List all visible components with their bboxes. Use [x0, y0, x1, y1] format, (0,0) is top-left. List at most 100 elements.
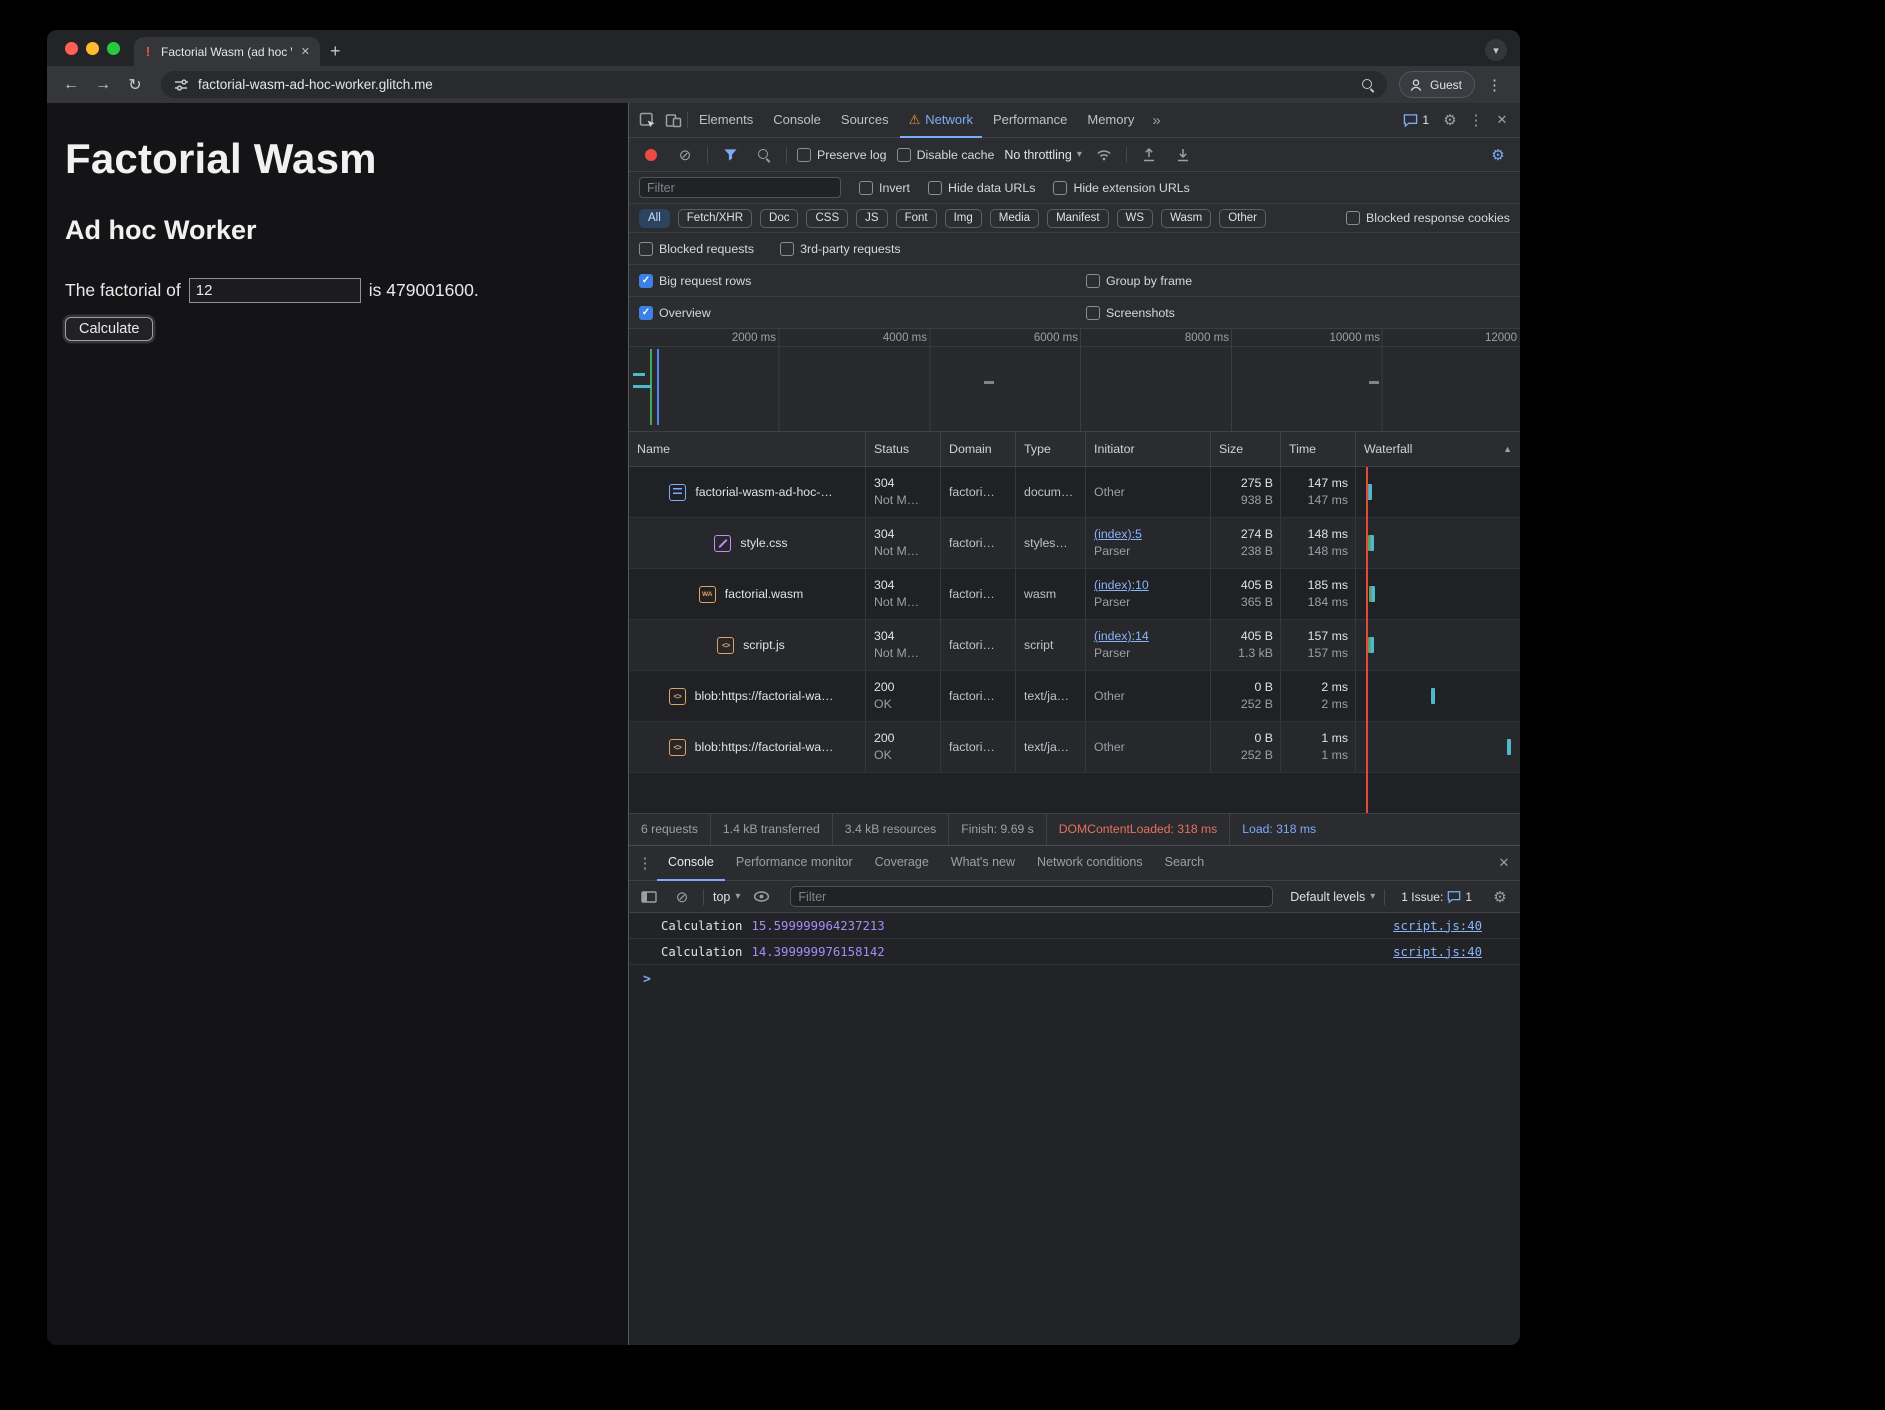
- network-filter-input[interactable]: [639, 177, 841, 198]
- tab-network[interactable]: ⚠ Network: [900, 103, 982, 138]
- devtools-close-icon[interactable]: ✕: [1490, 108, 1514, 132]
- preserve-log-checkbox[interactable]: Preserve log: [797, 148, 887, 162]
- column-header-waterfall[interactable]: Waterfall ▲: [1356, 432, 1520, 466]
- console-sidebar-icon[interactable]: [637, 885, 661, 909]
- site-info-icon[interactable]: [173, 77, 189, 93]
- tab-memory[interactable]: Memory: [1078, 103, 1143, 138]
- column-header-time[interactable]: Time: [1281, 432, 1356, 466]
- factorial-input[interactable]: [189, 278, 361, 303]
- more-panels-icon[interactable]: »: [1145, 112, 1167, 129]
- console-filter-input[interactable]: [790, 886, 1273, 907]
- drawer-tab-whats-new[interactable]: What's new: [940, 846, 1026, 881]
- blocked-response-cookies-checkbox[interactable]: Blocked response cookies: [1346, 211, 1510, 225]
- blocked-requests-checkbox[interactable]: Blocked requests: [639, 242, 754, 256]
- issues-badge[interactable]: 1: [1396, 113, 1436, 128]
- third-party-requests-checkbox[interactable]: 3rd-party requests: [780, 242, 901, 256]
- network-settings-gear-icon[interactable]: ⚙: [1486, 143, 1510, 167]
- forward-button[interactable]: →: [89, 71, 117, 99]
- filter-chip-manifest[interactable]: Manifest: [1047, 209, 1108, 228]
- throttling-dropdown[interactable]: No throttling ▾: [1004, 148, 1081, 162]
- column-header-name[interactable]: Name: [629, 432, 866, 466]
- hide-extension-urls-checkbox[interactable]: Hide extension URLs: [1053, 181, 1189, 195]
- filter-chip-fetch-xhr[interactable]: Fetch/XHR: [678, 209, 752, 228]
- column-header-type[interactable]: Type: [1016, 432, 1086, 466]
- column-header-domain[interactable]: Domain: [941, 432, 1016, 466]
- filter-chip-ws[interactable]: WS: [1117, 209, 1154, 228]
- request-initiator[interactable]: (index):5: [1094, 526, 1210, 543]
- drawer-close-icon[interactable]: ✕: [1492, 851, 1516, 875]
- column-header-status[interactable]: Status: [866, 432, 941, 466]
- profile-button[interactable]: Guest: [1399, 71, 1475, 98]
- tab-performance[interactable]: Performance: [984, 103, 1076, 138]
- minimize-window-button[interactable]: [86, 42, 99, 55]
- filter-chip-js[interactable]: JS: [856, 209, 887, 228]
- zoom-window-button[interactable]: [107, 42, 120, 55]
- network-request-row[interactable]: blob:https://factorial-wa… 200 OK factor…: [629, 722, 1520, 773]
- record-network-log-button[interactable]: [639, 143, 663, 167]
- back-button[interactable]: ←: [57, 71, 85, 99]
- devtools-settings-icon[interactable]: ⚙: [1438, 108, 1462, 132]
- filter-chip-doc[interactable]: Doc: [760, 209, 798, 228]
- drawer-tab-console[interactable]: Console: [657, 846, 725, 881]
- column-header-initiator[interactable]: Initiator: [1086, 432, 1211, 466]
- tab-sources[interactable]: Sources: [832, 103, 898, 138]
- clear-console-icon[interactable]: ⊘: [670, 885, 694, 909]
- console-settings-icon[interactable]: ⚙: [1488, 885, 1512, 909]
- log-levels-dropdown[interactable]: Default levels ▾: [1290, 890, 1375, 904]
- devtools-menu-icon[interactable]: ⋮: [1464, 108, 1488, 132]
- calculate-button[interactable]: Calculate: [65, 317, 153, 341]
- drawer-tab-coverage[interactable]: Coverage: [864, 846, 940, 881]
- column-header-size[interactable]: Size: [1211, 432, 1281, 466]
- drawer-tab-performance-monitor[interactable]: Performance monitor: [725, 846, 864, 881]
- filter-chip-media[interactable]: Media: [990, 209, 1039, 228]
- reload-button[interactable]: ↻: [121, 71, 149, 99]
- network-request-row[interactable]: factorial.wasm 304 Not M… factori… wasm …: [629, 569, 1520, 620]
- drawer-tab-network-conditions[interactable]: Network conditions: [1026, 846, 1154, 881]
- filter-chip-all[interactable]: All: [639, 209, 670, 228]
- inspect-element-icon[interactable]: [635, 108, 659, 132]
- filter-chip-css[interactable]: CSS: [806, 209, 848, 228]
- request-initiator[interactable]: (index):10: [1094, 577, 1210, 594]
- import-har-icon[interactable]: [1137, 143, 1161, 167]
- filter-chip-other[interactable]: Other: [1219, 209, 1266, 228]
- new-tab-button[interactable]: +: [320, 41, 353, 66]
- export-har-icon[interactable]: [1171, 143, 1195, 167]
- screenshots-checkbox[interactable]: Screenshots: [1086, 306, 1175, 320]
- live-expression-eye-icon[interactable]: [749, 885, 773, 909]
- network-request-row[interactable]: script.js 304 Not M… factori… script (in…: [629, 620, 1520, 671]
- network-request-row[interactable]: blob:https://factorial-wa… 200 OK factor…: [629, 671, 1520, 722]
- execution-context-dropdown[interactable]: top ▾: [713, 890, 740, 904]
- browser-tab[interactable]: ! Factorial Wasm (ad hoc Work ✕: [134, 37, 320, 66]
- drawer-tab-search[interactable]: Search: [1154, 846, 1216, 881]
- close-window-button[interactable]: [65, 42, 78, 55]
- console-issues-badge[interactable]: 1 Issue: 1: [1394, 890, 1479, 904]
- message-source-link[interactable]: script.js:40: [1393, 945, 1482, 959]
- request-initiator[interactable]: (index):14: [1094, 628, 1210, 645]
- tab-console[interactable]: Console: [764, 103, 830, 138]
- filter-chip-font[interactable]: Font: [896, 209, 937, 228]
- filter-icon[interactable]: [718, 143, 742, 167]
- address-bar[interactable]: factorial-wasm-ad-hoc-worker.glitch.me: [161, 71, 1387, 98]
- network-overview-timeline[interactable]: 2000 ms 4000 ms 6000 ms 8000 ms 10000 ms…: [629, 329, 1520, 432]
- zoom-icon[interactable]: [1361, 78, 1375, 92]
- drawer-menu-icon[interactable]: ⋮: [633, 851, 657, 875]
- device-toolbar-icon[interactable]: [661, 108, 685, 132]
- console-prompt[interactable]: >: [629, 965, 1520, 993]
- overview-checkbox[interactable]: Overview: [639, 306, 1086, 320]
- search-icon[interactable]: [752, 143, 776, 167]
- network-request-row[interactable]: factorial-wasm-ad-hoc-… 304 Not M… facto…: [629, 467, 1520, 518]
- invert-checkbox[interactable]: Invert: [859, 181, 910, 195]
- browser-menu-icon[interactable]: ⋮: [1479, 76, 1510, 94]
- tab-search-button[interactable]: ▾: [1485, 39, 1507, 61]
- message-source-link[interactable]: script.js:40: [1393, 919, 1482, 933]
- big-request-rows-checkbox[interactable]: Big request rows: [639, 274, 1086, 288]
- hide-data-urls-checkbox[interactable]: Hide data URLs: [928, 181, 1035, 195]
- disable-cache-checkbox[interactable]: Disable cache: [897, 148, 995, 162]
- filter-chip-img[interactable]: Img: [945, 209, 982, 228]
- network-request-row[interactable]: style.css 304 Not M… factori… styles… (i…: [629, 518, 1520, 569]
- group-by-frame-checkbox[interactable]: Group by frame: [1086, 274, 1192, 288]
- tab-elements[interactable]: Elements: [690, 103, 762, 138]
- filter-chip-wasm[interactable]: Wasm: [1161, 209, 1211, 228]
- network-conditions-icon[interactable]: [1092, 143, 1116, 167]
- tab-close-icon[interactable]: ✕: [299, 45, 312, 58]
